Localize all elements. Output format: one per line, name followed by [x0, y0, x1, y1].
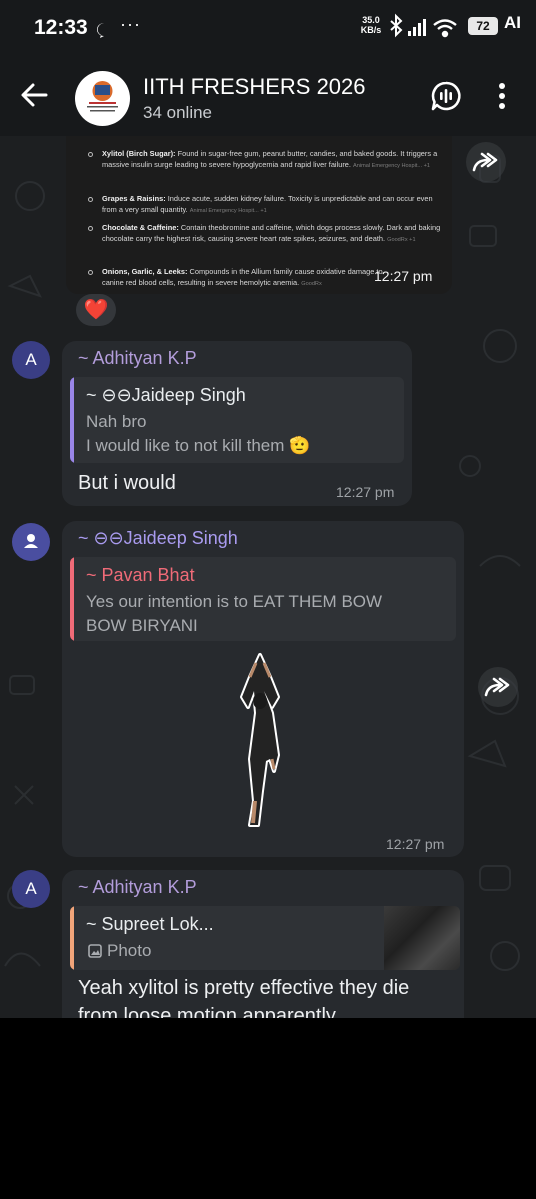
screenshot-item: Onions, Garlic, & Leeks: Compounds in th… — [102, 267, 383, 287]
group-logo-icon — [87, 81, 118, 112]
reply-sender: ~ Pavan Bhat — [86, 565, 195, 585]
avatar[interactable]: A — [12, 870, 50, 908]
sticker-image[interactable] — [228, 651, 292, 829]
reply-bar — [70, 557, 74, 641]
reply-bar — [70, 377, 74, 463]
signal-icon — [408, 19, 426, 36]
reply-preview[interactable]: ~ Supreet Lok... Photo — [70, 906, 460, 970]
network-speed: 35.0 KB/s — [358, 15, 384, 35]
forward-icon — [472, 152, 498, 172]
bullet-icon — [88, 197, 93, 202]
group-avatar[interactable] — [75, 71, 130, 126]
sender-name[interactable]: ~ Adhityan K.P — [78, 877, 197, 898]
screenshot-item: Xylitol (Birch Sugar): Found in sugar-fr… — [102, 149, 438, 169]
network-speed-value: 35.0 — [362, 15, 380, 25]
message-text: from loose motion apparently — [78, 1005, 336, 1018]
message-text: But i would — [78, 472, 176, 494]
forward-icon — [484, 677, 510, 697]
message-bubble[interactable]: ~ Adhityan K.P ~ ⊖⊖Jaideep Singh Nah bro… — [62, 341, 412, 506]
reply-sender: ~ Supreet Lok... — [86, 914, 214, 934]
forward-button[interactable] — [478, 667, 518, 707]
reply-text: Nah bro — [86, 412, 147, 431]
heart-icon: ❤️ — [83, 299, 109, 321]
user-placeholder-icon — [24, 534, 38, 548]
message-time: 12:27 pm — [336, 484, 395, 500]
status-bar: 12:33 ··· 35.0 KB/s 72 AI — [0, 0, 536, 56]
message-text: Yeah xylitol is pretty effective they di… — [78, 977, 410, 999]
screenshot-item: Grapes & Raisins: Induce acute, sudden k… — [102, 194, 433, 214]
battery-icon: 72 — [468, 17, 498, 35]
chat-header: IITH FRESHERS 2026 34 online — [0, 56, 536, 136]
bullet-icon — [88, 226, 93, 231]
heart-reaction[interactable]: ❤️ — [76, 294, 116, 326]
chat-screen: 12:33 ··· 35.0 KB/s 72 AI IITH FRESHERS … — [0, 0, 536, 1018]
reply-preview[interactable]: ~ ⊖⊖Jaideep Singh Nah bro I would like t… — [70, 377, 404, 463]
photo-icon — [88, 944, 102, 958]
reply-text: BOW BIRYANI — [86, 616, 198, 635]
reply-sender: ~ ⊖⊖Jaideep Singh — [86, 385, 246, 405]
chat-bubble-notification-icon — [97, 23, 104, 38]
reply-photo-thumbnail — [384, 906, 460, 970]
wifi-icon — [433, 19, 457, 38]
message-bubble[interactable]: ~ ⊖⊖Jaideep Singh ~ Pavan Bhat Yes our i… — [62, 521, 464, 857]
message-time: 12:27 pm — [374, 268, 433, 284]
online-count: 34 online — [143, 103, 213, 122]
avatar[interactable]: A — [12, 341, 50, 379]
reply-text: Yes our intention is to EAT THEM BOW — [86, 592, 383, 611]
reply-bar — [70, 906, 74, 970]
bullet-icon — [88, 152, 93, 157]
connectivity-icons — [390, 13, 457, 38]
sender-name[interactable]: ~ Adhityan K.P — [78, 348, 197, 369]
forward-button[interactable] — [466, 142, 506, 182]
reply-text: I would like to not kill them 🫡 — [86, 436, 311, 455]
more-notifications-icon: ··· — [120, 14, 141, 34]
ai-indicator: AI — [504, 13, 521, 32]
more-options-icon[interactable] — [498, 82, 506, 110]
reply-preview[interactable]: ~ Pavan Bhat Yes our intention is to EAT… — [70, 557, 456, 641]
screenshot-item: Chocolate & Caffeine: Contain theobromin… — [102, 223, 441, 243]
sender-name[interactable]: ~ ⊖⊖Jaideep Singh — [78, 528, 238, 549]
message-time: 12:27 pm — [386, 836, 445, 852]
avatar[interactable] — [12, 523, 50, 561]
voice-chat-icon[interactable] — [430, 80, 462, 112]
network-speed-unit: KB/s — [360, 25, 382, 35]
bluetooth-icon — [390, 13, 403, 38]
status-time: 12:33 — [34, 16, 88, 39]
back-arrow-icon[interactable] — [20, 82, 48, 108]
bullet-icon — [88, 270, 93, 275]
message-bubble[interactable]: ~ Adhityan K.P ~ Supreet Lok... Photo Ye… — [62, 870, 464, 1018]
group-title[interactable]: IITH FRESHERS 2026 — [143, 74, 366, 100]
reply-text: Photo — [107, 941, 152, 960]
